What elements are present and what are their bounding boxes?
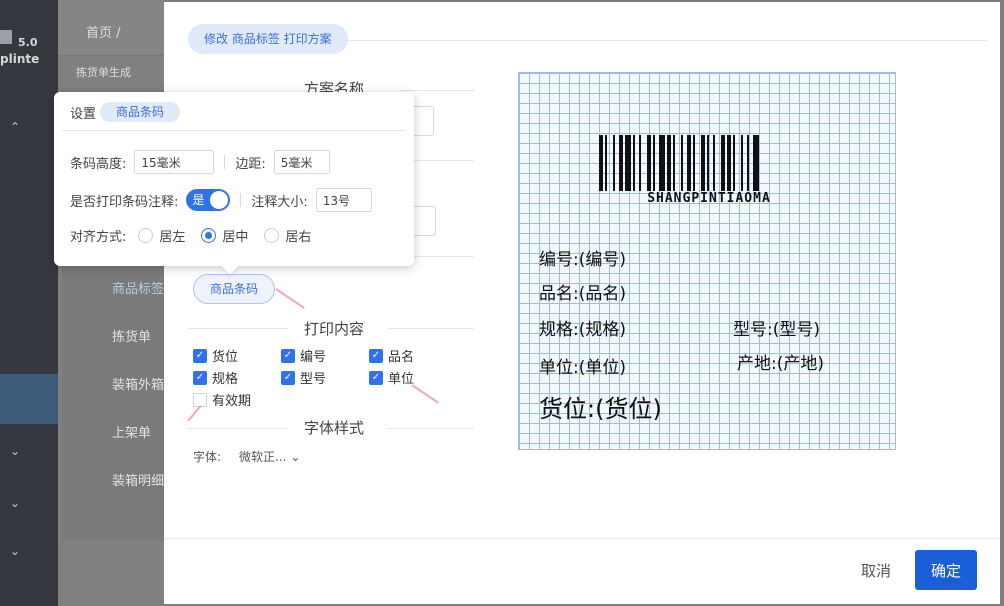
barcode-element-chip[interactable]: 商品条码 — [193, 274, 275, 304]
barcode-height-label: 条码高度: — [70, 156, 127, 172]
check-icon: ✓ — [281, 370, 295, 385]
popover-divider — [62, 130, 406, 131]
checkbox-location[interactable]: ✓ 货位 — [193, 346, 238, 365]
radio-align-center[interactable]: 居中 — [201, 226, 248, 245]
divider — [388, 428, 474, 429]
margin-label: 边距: — [235, 156, 266, 172]
barcode-caption: SHANGPINTIAOMA — [647, 191, 771, 206]
radio-align-left[interactable]: 居左 — [138, 226, 185, 245]
label-preview: SHANGPINTIAOMA 编号:(编号) 品名:(品名) 规格:(规格) 型… — [518, 72, 896, 450]
check-icon: ✓ — [193, 370, 207, 385]
chevron-down-icon: ⌄ — [290, 450, 301, 464]
divider — [188, 428, 288, 429]
breadcrumb[interactable]: 首页 / — [86, 22, 121, 41]
annotation-toggle[interactable]: 是 — [186, 189, 231, 211]
chevron-down-icon[interactable]: ⌄ — [10, 544, 20, 558]
preview-name: 品名:(品名) — [539, 284, 626, 304]
divider — [388, 328, 474, 329]
preview-unit: 单位:(单位) — [539, 358, 626, 378]
popover-chip: 商品条码 — [100, 102, 181, 122]
preview-code: 编号:(编号) — [539, 250, 626, 270]
font-select[interactable]: 微软正... ⌄ — [239, 448, 300, 465]
popover-header: 设置 商品条码 — [70, 102, 181, 122]
barcode-size-row: 条码高度: 边距: — [70, 150, 330, 174]
barcode-graphic — [599, 135, 759, 191]
preview-spec: 规格:(规格) — [539, 320, 626, 340]
annotation-arrow — [411, 384, 440, 404]
sidebar-selected-item[interactable] — [0, 374, 58, 424]
separator — [240, 193, 242, 207]
submenu-item[interactable]: 上架单 — [112, 422, 151, 441]
annotation-size-input[interactable] — [315, 188, 372, 212]
submenu-item[interactable]: 拣货单 — [112, 326, 151, 345]
radio-off-icon — [264, 228, 280, 243]
logo-version: 5.0 — [18, 36, 38, 49]
title-divider — [348, 40, 988, 41]
preview-model: 型号:(型号) — [733, 320, 820, 340]
logo-name: plinte — [0, 52, 40, 66]
popover-title: 设置 — [70, 106, 97, 122]
annotation-label: 是否打印条码注释: — [70, 194, 179, 210]
checkbox-code[interactable]: ✓ 编号 — [281, 346, 326, 365]
toggle-knob — [210, 191, 229, 209]
cancel-button[interactable]: 取消 — [844, 550, 908, 590]
dialog-title: 修改 商品标签 打印方案 — [188, 24, 348, 54]
font-select-value: 微软正... — [239, 450, 287, 464]
chevron-down-icon[interactable]: ⌄ — [10, 444, 20, 458]
submenu-item[interactable]: 商品标签 — [112, 278, 164, 297]
sidebar-logo-icon — [0, 30, 12, 44]
alignment-row: 对齐方式: 居左 居中 居右 — [70, 226, 327, 245]
check-icon: ✓ — [369, 370, 383, 385]
divider — [188, 328, 288, 329]
section-print-content: 打印内容 — [303, 320, 364, 338]
checkbox-unit[interactable]: ✓ 单位 — [369, 368, 414, 387]
preview-location: 货位:(货位) — [539, 395, 662, 423]
radio-on-icon — [201, 228, 217, 243]
preview-origin: 产地:(产地) — [737, 354, 824, 374]
chevron-down-icon[interactable]: ⌄ — [10, 496, 20, 510]
font-label: 字体: — [193, 450, 222, 464]
check-icon: ✓ — [369, 348, 383, 363]
alignment-label: 对齐方式: — [70, 230, 127, 245]
annotation-size-label: 注释大小: — [251, 194, 308, 210]
annotation-row: 是否打印条码注释: 是 注释大小: — [70, 188, 372, 212]
radio-off-icon — [138, 228, 154, 243]
section-font-style: 字体样式 — [303, 419, 364, 437]
check-icon: ✓ — [281, 348, 295, 363]
checkbox-model[interactable]: ✓ 型号 — [281, 368, 326, 387]
barcode-settings-popover: 设置 商品条码 条码高度: 边距: 是否打印条码注释: 是 注释大小: 对齐方式… — [54, 92, 414, 275]
annotation-arrow — [275, 288, 305, 309]
divider — [400, 90, 474, 91]
toggle-text: 是 — [192, 193, 205, 207]
radio-align-right[interactable]: 居右 — [264, 226, 311, 245]
font-row: 字体: 微软正... ⌄ — [193, 448, 300, 465]
submenu-item[interactable]: 装箱明细 — [112, 470, 164, 489]
margin-input[interactable] — [273, 150, 330, 174]
app-sidebar — [0, 0, 58, 606]
separator — [224, 155, 226, 169]
barcode-height-input[interactable] — [134, 150, 215, 174]
chevron-up-icon[interactable]: ⌃ — [10, 120, 20, 134]
check-icon: ✓ — [193, 348, 207, 363]
submenu-item[interactable]: 装箱外箱 — [112, 374, 164, 393]
checkbox-name[interactable]: ✓ 品名 — [369, 346, 414, 365]
confirm-button[interactable]: 确定 — [915, 550, 977, 590]
tab-pick-list[interactable]: 拣货单生成 — [76, 64, 131, 80]
footer-divider — [164, 538, 1000, 539]
checkbox-spec[interactable]: ✓ 规格 — [193, 368, 238, 387]
